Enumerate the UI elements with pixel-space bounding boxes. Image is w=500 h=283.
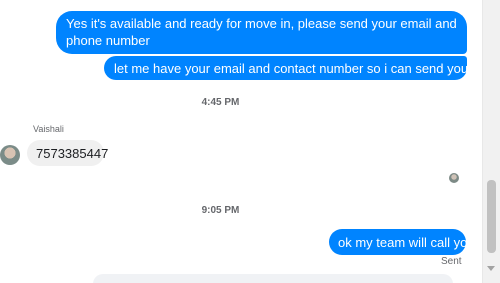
composer-edge[interactable] [93,274,453,283]
message-bubble-outgoing[interactable]: ok my team will call you [329,229,471,255]
message-bubble-outgoing[interactable]: Yes it's available and ready for move in… [56,11,467,54]
sender-name: Vaishali [33,124,64,134]
read-receipt-avatar [449,173,459,183]
avatar[interactable] [0,145,20,165]
timestamp: 9:05 PM [201,205,240,216]
timestamp: 4:45 PM [201,97,240,108]
scrollbar[interactable] [482,0,500,283]
message-status: Sent [441,256,462,267]
message-thread: Yes it's available and ready for move in… [0,0,471,283]
scroll-down-arrow-icon[interactable] [487,266,495,271]
message-bubble-incoming[interactable]: 7573385447 [27,140,108,166]
scroll-thumb[interactable] [487,180,496,253]
message-bubble-outgoing[interactable]: let me have your email and contact numbe… [104,56,471,80]
